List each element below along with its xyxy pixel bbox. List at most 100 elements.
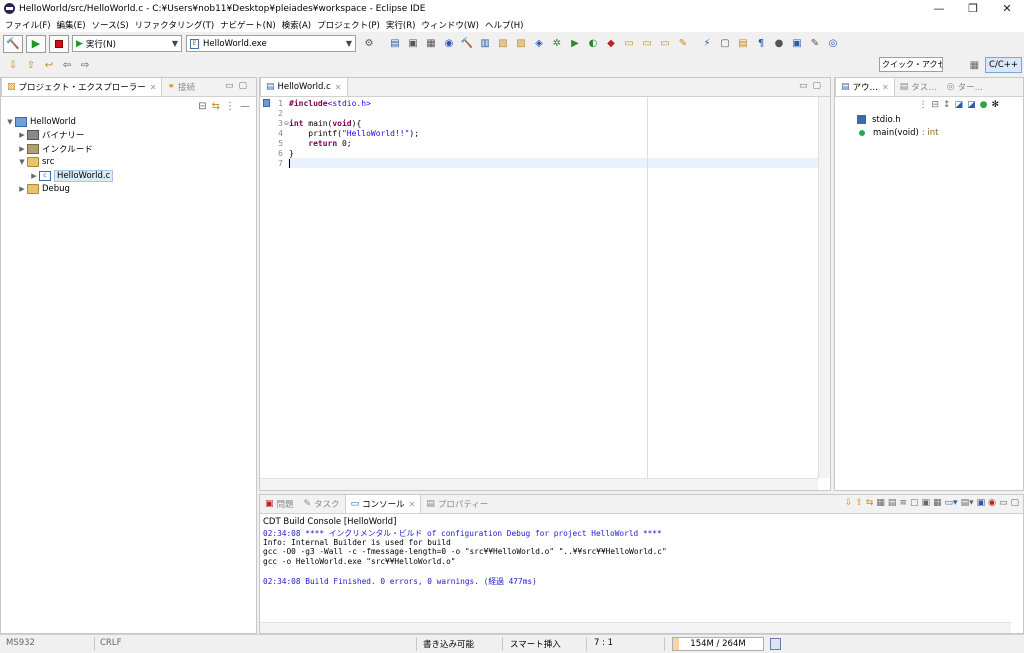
open-perspective-icon[interactable]: ▦ [970, 60, 979, 71]
outline-item-include[interactable]: stdio.h [835, 113, 1023, 126]
scroll-lock-icon[interactable]: ⇆ [866, 498, 874, 508]
tab-tasks[interactable]: ✎ タスク [299, 495, 345, 513]
close-icon[interactable]: ✕ [882, 83, 889, 92]
terminal-icon[interactable]: ▣ [790, 38, 804, 49]
word-wrap-icon[interactable]: ▤ [736, 38, 750, 49]
tree-item-project[interactable]: ▼ HelloWorld [1, 115, 256, 129]
build-config-icon[interactable]: ▥ [478, 38, 492, 49]
panel-min-max-controls[interactable]: ▭▢ [799, 81, 826, 91]
tab-editor-helloworld-c[interactable]: ▤ HelloWorld.c ✕ [260, 78, 348, 96]
tab-target[interactable]: ◎ ター… [942, 78, 988, 96]
close-button[interactable]: ✕ [990, 0, 1024, 17]
help-icon[interactable]: ◎ [826, 38, 840, 49]
menu-file[interactable]: ファイル(F) [2, 19, 54, 31]
launch-stop-button[interactable] [49, 34, 69, 53]
next-annotation-icon[interactable]: ⇩ [6, 60, 20, 71]
new-class-icon[interactable]: ◈ [532, 38, 546, 49]
copy-build-log-icon[interactable]: ▦ [876, 498, 885, 508]
menu-window[interactable]: ウィンドウ(W) [418, 19, 482, 31]
panel-min-max-controls[interactable]: ▭▢ [225, 81, 252, 91]
tree-item-binaries[interactable]: ▶ バイナリー [1, 129, 256, 143]
menu-run[interactable]: 実行(R) [383, 19, 419, 31]
toggle-highlight-icon[interactable]: ⚡ [700, 38, 714, 49]
new-folder-icon[interactable]: ▨ [514, 38, 528, 49]
perspective-c-cpp-button[interactable]: C/C++ [985, 57, 1022, 73]
minimize-button[interactable]: — [922, 0, 956, 17]
build-all-icon[interactable]: 🔨 [460, 38, 474, 49]
external-tools-icon[interactable]: ◆ [604, 38, 618, 49]
tab-console[interactable]: ▭ コンソール ✕ [344, 495, 422, 513]
group-includes-icon[interactable]: ✻ [991, 100, 999, 110]
tree-item-debug[interactable]: ▶ Debug [1, 183, 256, 197]
open-element-icon[interactable]: ▭ [658, 38, 672, 49]
menu-source[interactable]: ソース(S) [89, 19, 132, 31]
word-wrap-icon[interactable]: ≡ [899, 498, 907, 508]
build-hammer-button[interactable]: 🔨 [3, 34, 23, 53]
hide-fields-icon[interactable]: ◪ [955, 100, 964, 110]
menu-edit[interactable]: 編集(E) [54, 19, 89, 31]
tree-item-helloworld-c[interactable]: ▶ c HelloWorld.c [1, 169, 256, 183]
display-console-icon[interactable]: ▭▾ [945, 498, 958, 508]
remote-debug-icon[interactable]: ▣ [977, 498, 986, 508]
open-type-icon[interactable]: ▭ [640, 38, 654, 49]
quick-access-input[interactable]: クイック・アクセス [879, 57, 943, 72]
last-edit-location-icon[interactable]: ↩ [42, 60, 56, 71]
menu-navigate[interactable]: ナビゲート(N) [217, 19, 279, 31]
menu-search[interactable]: 検索(A) [279, 19, 314, 31]
launch-target-select[interactable]: E HelloWorld.exe ▼ [186, 35, 356, 52]
tree-item-includes[interactable]: ▶ インクルード [1, 142, 256, 156]
tab-project-explorer[interactable]: ▨ プロジェクト・エクスプローラー ✕ [1, 78, 163, 96]
close-icon[interactable]: ✕ [409, 500, 416, 509]
clear-console-icon[interactable]: ▤ [888, 498, 897, 508]
search-flashlight-icon[interactable]: ✎ [676, 38, 690, 49]
minimize-view-icon[interactable]: ▭ [999, 498, 1008, 508]
console-horizontal-scrollbar[interactable] [260, 622, 1011, 633]
hide-static-icon[interactable]: ◪ [967, 100, 976, 110]
menu-help[interactable]: ヘルプ(H) [482, 19, 527, 31]
editor-horizontal-scrollbar[interactable] [260, 478, 818, 490]
garbage-collect-trash-icon[interactable] [770, 638, 781, 650]
forward-arrow-icon[interactable]: ⇨ [78, 60, 92, 71]
launch-mode-select[interactable]: ▶ 実行(N) ▼ [72, 35, 182, 52]
previous-annotation-icon[interactable]: ⇧ [24, 60, 38, 71]
code-editor[interactable]: 1 2 3 ⊖ 4 5 6 7 #include<stdio.h> int ma… [260, 97, 830, 490]
debug-bug-icon[interactable]: ✲ [550, 38, 564, 49]
tab-properties[interactable]: ▤ プロパティー [421, 495, 493, 513]
back-arrow-icon[interactable]: ⇦ [60, 60, 74, 71]
sort-icon[interactable]: ⊟ [931, 100, 939, 110]
collapse-all-icon[interactable]: ⊟ [198, 101, 206, 112]
profile-icon[interactable]: ● [772, 38, 786, 49]
sort-alpha-icon[interactable]: ↕ [943, 100, 951, 110]
tab-outline[interactable]: ▤ アウ… ✕ [835, 78, 895, 96]
save-icon[interactable]: ▣ [406, 38, 420, 49]
next-error-icon[interactable]: ⇩ [845, 498, 853, 508]
link-with-editor-icon[interactable]: ⇆ [212, 101, 220, 112]
tab-connections[interactable]: ⚭ 接続 [162, 78, 200, 96]
launch-settings-gear-icon[interactable]: ⚙ [362, 38, 376, 49]
collapse-icon[interactable]: ⋮ [918, 100, 927, 110]
maximize-button[interactable]: ❐ [956, 0, 990, 17]
view-menu-icon[interactable]: ⋮ [225, 101, 235, 112]
close-icon[interactable]: ✕ [150, 83, 157, 92]
maximize-view-icon[interactable]: ▢ [1010, 498, 1019, 508]
save-log-icon[interactable]: ▦ [933, 498, 942, 508]
pin-console-icon[interactable]: ▢ [910, 498, 919, 508]
sync-icon[interactable]: ◉ [988, 498, 996, 508]
minimize-view-icon[interactable]: — [240, 101, 250, 112]
remove-launch-icon[interactable]: ▣ [922, 498, 931, 508]
tab-problems[interactable]: ▣ 問題 [260, 495, 299, 513]
hide-nonpublic-icon[interactable]: ● [980, 100, 988, 110]
show-whitespace-icon[interactable]: ¶ [754, 38, 768, 49]
open-folder-icon[interactable]: ▭ [622, 38, 636, 49]
target-icon[interactable]: ◉ [442, 38, 456, 49]
new-c-project-icon[interactable]: ▧ [496, 38, 510, 49]
tab-task-list[interactable]: ▤ タス… [895, 78, 942, 96]
run-toolbar-icon[interactable]: ▶ [568, 38, 582, 49]
open-console-icon[interactable]: ▤▾ [961, 498, 974, 508]
pin-icon[interactable]: ✎ [808, 38, 822, 49]
menu-refactor[interactable]: リファクタリング(T) [132, 19, 218, 31]
block-selection-icon[interactable]: ▢ [718, 38, 732, 49]
save-all-icon[interactable]: ▦ [424, 38, 438, 49]
tree-item-src[interactable]: ▼ src [1, 156, 256, 170]
previous-error-icon[interactable]: ⇧ [855, 498, 863, 508]
